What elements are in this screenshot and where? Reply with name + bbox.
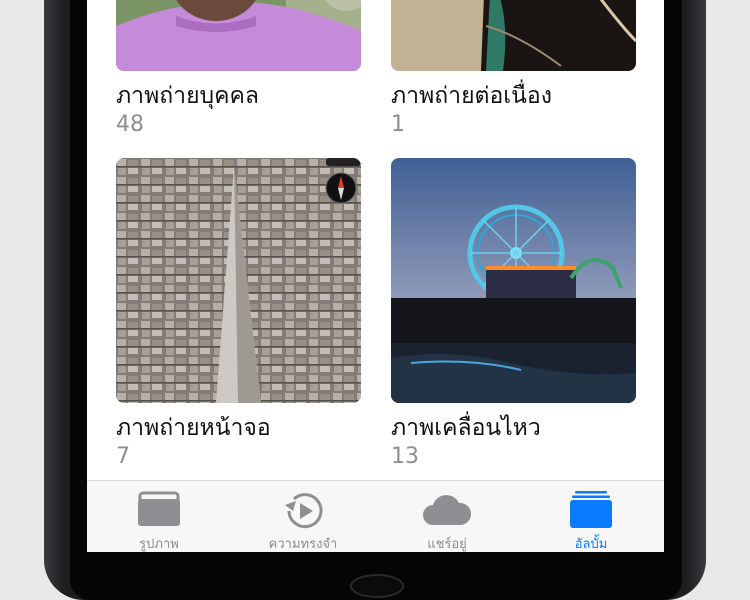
photos-icon (136, 491, 182, 531)
album-bursts[interactable]: ภาพถ่ายต่อเนื่อง 1 (391, 0, 636, 139)
album-count: 48 (116, 112, 144, 137)
album-title: ภาพเคลื่อนไหว (391, 415, 541, 441)
album-animated[interactable]: ภาพเคลื่อนไหว 13 (391, 158, 636, 471)
album-screenshots[interactable]: ภาพถ่ายหน้าจอ 7 (116, 158, 361, 471)
album-portraits-thumbnail[interactable] (116, 0, 361, 71)
tab-label: อัลบั้ม (574, 537, 608, 552)
memories-icon (280, 491, 326, 535)
album-title: ภาพถ่ายบุคคล (116, 83, 260, 109)
tab-photos[interactable]: รูปภาพ (87, 481, 231, 552)
album-screenshots-thumbnail[interactable] (116, 158, 361, 403)
photos-app-screen: ภาพถ่ายบุคคล 48 ภาพถ่ายต่อเนื่อง 1 ภาพถ่… (87, 0, 664, 552)
tab-label: รูปภาพ (139, 537, 179, 552)
album-title: ภาพถ่ายหน้าจอ (116, 415, 271, 441)
albums-icon (568, 491, 614, 533)
tab-memories[interactable]: ความทรงจำ (231, 481, 375, 552)
album-animated-thumbnail[interactable] (391, 158, 636, 403)
tab-label: ความทรงจำ (268, 537, 338, 552)
tab-shared[interactable]: แชร์อยู่ (375, 481, 519, 552)
tab-albums[interactable]: อัลบั้ม (519, 481, 663, 552)
album-portraits[interactable]: ภาพถ่ายบุคคล 48 (116, 0, 361, 139)
tab-bar: รูปภาพ ความทรงจำ แชร์อยู่ อัลบั้ม (87, 480, 664, 552)
album-count: 13 (391, 444, 419, 469)
home-button[interactable] (350, 574, 404, 598)
album-count: 7 (116, 444, 130, 469)
album-count: 1 (391, 112, 405, 137)
cloud-icon (421, 491, 473, 531)
album-bursts-thumbnail[interactable] (391, 0, 636, 71)
tab-label: แชร์อยู่ (427, 537, 467, 552)
album-title: ภาพถ่ายต่อเนื่อง (391, 83, 552, 109)
